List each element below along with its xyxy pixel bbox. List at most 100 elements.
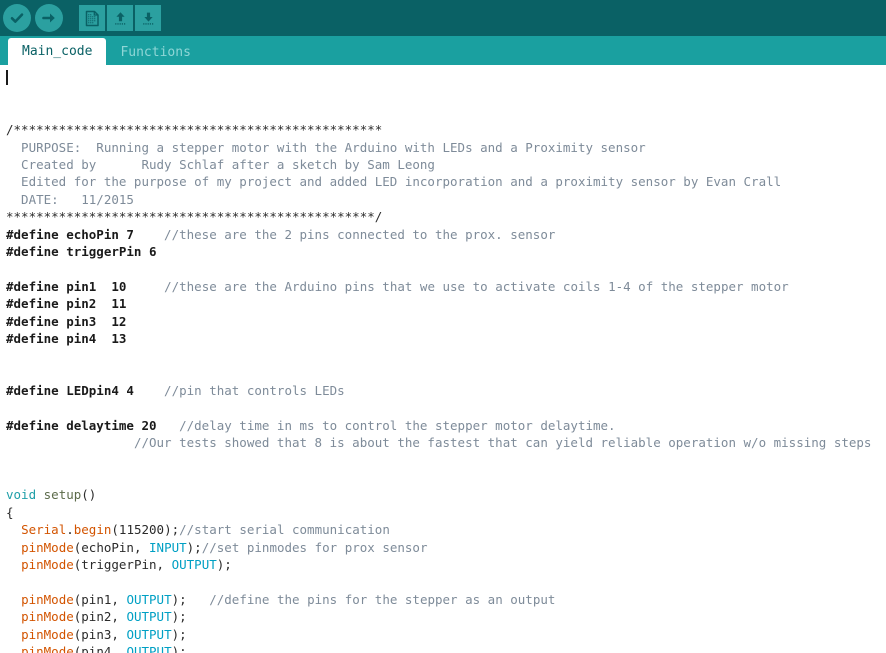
- arrow-right-icon: [42, 13, 55, 23]
- code-line: #define triggerPin 6: [6, 243, 886, 260]
- tab-functions-label: Functions: [120, 45, 191, 60]
- code-editor[interactable]: /***************************************…: [0, 65, 886, 653]
- code-line: ****************************************…: [6, 208, 886, 225]
- code-token: );: [171, 609, 187, 625]
- tab-main-code-label: Main_code: [22, 44, 93, 59]
- code-token: pinMode: [21, 539, 74, 555]
- code-line: ​: [6, 347, 886, 364]
- code-token: void: [6, 487, 44, 503]
- code-token: //pin that controls LEDs: [164, 383, 345, 399]
- code-token: );: [171, 643, 187, 653]
- code-token: (): [81, 487, 97, 503]
- arrow-down-icon: [142, 12, 153, 25]
- code-token: //these are the Arduino pins that we use…: [164, 278, 789, 294]
- tab-main-code[interactable]: Main_code: [8, 38, 107, 65]
- new-document-icon: [85, 10, 99, 26]
- tab-bar: Main_code Functions: [0, 36, 886, 65]
- code-token: Serial: [21, 522, 67, 538]
- code-line: /***************************************…: [6, 121, 886, 138]
- code-line: {: [6, 504, 886, 521]
- code-line: #define pin4 13: [6, 330, 886, 347]
- code-token: pinMode: [21, 643, 74, 653]
- code-line: Created by Rudy Schlaf after a sketch by…: [6, 156, 886, 173]
- code-line: Serial.begin(115200);//start serial comm…: [6, 521, 886, 538]
- code-line: ​: [6, 452, 886, 469]
- code-line: ​: [6, 469, 886, 486]
- code-token: #define LEDpin4 4: [6, 383, 134, 399]
- code-token: OUTPUT: [126, 626, 172, 642]
- code-token: #define pin3 12: [6, 313, 127, 329]
- tab-functions[interactable]: Functions: [106, 40, 204, 65]
- toolbar: [0, 0, 886, 36]
- code-token: .: [66, 522, 74, 538]
- code-line: ​: [6, 260, 886, 277]
- code-line: pinMode(echoPin, INPUT);//set pinmodes f…: [6, 539, 886, 556]
- code-token: #define triggerPin 6: [6, 243, 157, 259]
- code-line: #define pin1 10 //these are the Arduino …: [6, 278, 886, 295]
- upload-button[interactable]: [35, 4, 63, 32]
- code-token: #define echoPin 7: [6, 226, 134, 242]
- code-line: #define pin2 11: [6, 295, 886, 312]
- code-token: #define pin4 13: [6, 330, 127, 346]
- code-token: //set pinmodes for prox sensor: [201, 539, 428, 555]
- code-token: pinMode: [21, 609, 74, 625]
- code-token: {: [6, 504, 14, 520]
- verify-compile-button[interactable]: [3, 4, 31, 32]
- code-token: #define delaytime 20: [6, 417, 157, 433]
- code-token: Edited for the purpose of my project and…: [6, 174, 782, 190]
- code-token: pinMode: [21, 556, 74, 572]
- code-token: pinMode: [21, 591, 74, 607]
- code-token: (pin4,: [73, 643, 127, 653]
- code-line: pinMode(pin2, OUTPUT);: [6, 608, 886, 625]
- code-token: //Our tests showed that 8 is about the f…: [133, 435, 872, 451]
- code-line: pinMode(pin3, OUTPUT);: [6, 626, 886, 643]
- code-line: //Our tests showed that 8 is about the f…: [6, 434, 886, 451]
- code-line: pinMode(pin1, OUTPUT); //define the pins…: [6, 591, 886, 608]
- open-sketch-button[interactable]: [107, 5, 133, 31]
- code-token: ****************************************…: [6, 209, 383, 225]
- code-line: #define delaytime 20 //delay time in ms …: [6, 417, 886, 434]
- code-token: );: [186, 539, 202, 555]
- code-line: Edited for the purpose of my project and…: [6, 173, 886, 190]
- code-line: #define LEDpin4 4 //pin that controls LE…: [6, 382, 886, 399]
- code-token: OUTPUT: [126, 609, 172, 625]
- code-line: void setup(): [6, 486, 886, 503]
- code-line: ​: [6, 573, 886, 590]
- code-line: PURPOSE: Running a stepper motor with th…: [6, 139, 886, 156]
- new-sketch-button[interactable]: [79, 5, 105, 31]
- code-token: #define pin1 10: [6, 278, 127, 294]
- checkmark-icon: [10, 13, 24, 23]
- code-line: #define pin3 12: [6, 313, 886, 330]
- code-line: DATE: 11/2015: [6, 191, 886, 208]
- save-sketch-button[interactable]: [135, 5, 161, 31]
- code-token: DATE: 11/2015: [6, 191, 134, 207]
- code-token: setup: [43, 487, 82, 503]
- code-token: OUTPUT: [126, 643, 172, 653]
- code-token: //delay time in ms to control the steppe…: [179, 417, 616, 433]
- code-token: //define the pins for the stepper as an …: [209, 591, 556, 607]
- code-line: ​: [6, 365, 886, 382]
- code-token: (pin2,: [73, 609, 127, 625]
- code-token: //start serial communication: [179, 522, 390, 538]
- code-token: begin: [73, 522, 112, 538]
- code-token: );: [216, 556, 232, 572]
- code-line: ​: [6, 399, 886, 416]
- code-token: (echoPin,: [73, 539, 150, 555]
- code-token: pinMode: [21, 626, 74, 642]
- code-text[interactable]: /***************************************…: [6, 69, 886, 653]
- code-token: PURPOSE: Running a stepper motor with th…: [6, 139, 646, 155]
- code-token: /***************************************…: [6, 122, 383, 138]
- code-token: OUTPUT: [126, 591, 172, 607]
